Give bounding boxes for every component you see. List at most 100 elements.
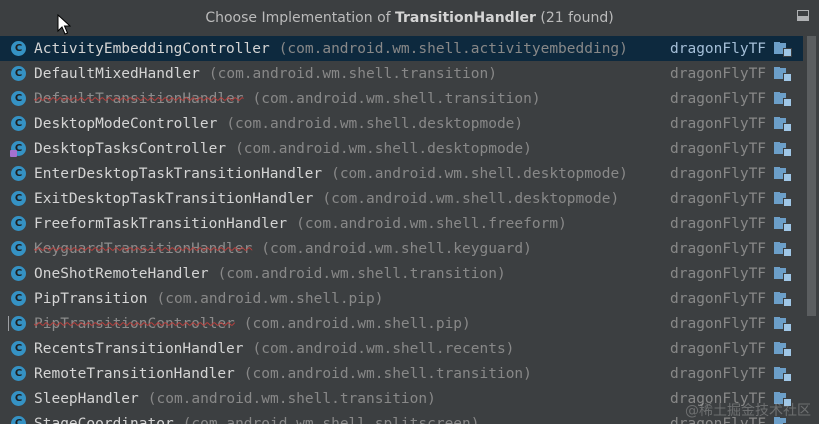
class-name: ExitDesktopTaskTransitionHandler xyxy=(34,190,314,207)
class-icon: C xyxy=(11,291,26,306)
class-name: PipTransition xyxy=(34,290,148,307)
module-folder-icon xyxy=(774,67,792,82)
module-name: dragonFlyTF xyxy=(670,215,767,232)
module-name: dragonFlyTF xyxy=(670,265,767,282)
class-name: StageCoordinator xyxy=(34,415,174,424)
class-icon: C xyxy=(11,166,26,181)
watermark-text: @稀土掘金技术社区 xyxy=(685,403,811,419)
package-name: (com.android.wm.shell.desktopmode) xyxy=(331,165,628,182)
abstract-class-icon: C xyxy=(8,316,26,331)
class-icon: C xyxy=(11,41,26,56)
kotlin-class-icon: C xyxy=(10,141,26,157)
class-icon: C xyxy=(11,66,26,81)
class-name: DefaultTransitionHandler xyxy=(34,90,244,107)
list-item[interactable]: C DesktopTasksController (com.android.wm.s… xyxy=(0,136,803,161)
module-folder-icon xyxy=(774,117,792,132)
module-name: dragonFlyTF xyxy=(670,365,767,382)
module-name: dragonFlyTF xyxy=(670,290,767,307)
class-name: SleepHandler xyxy=(34,390,139,407)
module-folder-icon xyxy=(774,42,792,57)
module-folder-icon xyxy=(774,142,792,157)
package-name: (com.android.wm.shell.transition) xyxy=(252,90,541,107)
module-name: dragonFlyTF xyxy=(670,190,767,207)
module-folder-icon xyxy=(774,217,792,232)
class-icon: C xyxy=(11,391,26,406)
package-name: (com.android.wm.shell.desktopmode) xyxy=(226,115,524,132)
class-icon: C xyxy=(11,116,26,131)
list-item[interactable]: C RemoteTransitionHandler (com.android.wm.… xyxy=(0,361,803,386)
module-folder-icon xyxy=(774,167,792,182)
class-name: RemoteTransitionHandler xyxy=(34,365,235,382)
module-name: dragonFlyTF xyxy=(670,115,767,132)
module-folder-icon xyxy=(774,367,792,382)
module-folder-icon xyxy=(774,92,792,107)
class-name: ActivityEmbeddingController xyxy=(34,40,270,57)
module-name: dragonFlyTF xyxy=(670,315,767,332)
class-name: FreeformTaskTransitionHandler xyxy=(34,215,288,232)
popup-title-bar: Choose Implementation of TransitionHandl… xyxy=(0,0,819,35)
class-name: OneShotRemoteHandler xyxy=(34,265,209,282)
module-folder-icon xyxy=(774,292,792,307)
popup-title-count: (21 found) xyxy=(535,9,614,26)
module-folder-icon xyxy=(774,192,792,207)
package-name: (com.android.wm.shell.recents) xyxy=(252,340,515,357)
module-folder-icon xyxy=(774,342,792,357)
package-name: (com.android.wm.shell.transition) xyxy=(208,65,497,82)
list-item[interactable]: C OneShotRemoteHandler (com.android.wm.she… xyxy=(0,261,803,286)
class-name: PipTransitionController xyxy=(34,315,235,332)
package-name: (com.android.wm.shell.freeform) xyxy=(296,215,567,232)
list-item[interactable]: C PipTransitionController (com.android.wm.… xyxy=(0,311,803,336)
class-name: RecentsTransitionHandler xyxy=(34,340,244,357)
list-item[interactable]: C ExitDesktopTaskTransitionHandler (com.an… xyxy=(0,186,803,211)
package-name: (com.android.wm.shell.desktopmode) xyxy=(322,190,620,207)
module-folder-icon xyxy=(774,242,792,257)
package-name: (com.android.wm.shell.pip) xyxy=(243,315,471,332)
list-item[interactable]: C StageCoordinator (com.android.wm.shell.s… xyxy=(0,411,803,424)
class-name: DefaultMixedHandler xyxy=(34,65,200,82)
module-name: dragonFlyTF xyxy=(670,340,767,357)
list-item[interactable]: C FreeformTaskTransitionHandler (com.andro… xyxy=(0,211,803,236)
module-folder-icon xyxy=(774,317,792,332)
class-name: EnterDesktopTaskTransitionHandler xyxy=(34,165,323,182)
implementation-list[interactable]: C ActivityEmbeddingController (com.android… xyxy=(0,36,803,424)
class-icon: C xyxy=(11,416,26,424)
popup-title-prefix: Choose Implementation of xyxy=(205,9,396,26)
list-item[interactable]: C KeyguardTransitionHandler (com.android.w… xyxy=(0,236,803,261)
class-icon: C xyxy=(11,216,26,231)
list-item[interactable]: C EnterDesktopTaskTransitionHandler (com.a… xyxy=(0,161,803,186)
package-name: (com.android.wm.shell.splitscreen) xyxy=(182,415,480,424)
package-name: (com.android.wm.shell.keyguard) xyxy=(261,240,532,257)
list-item[interactable]: C RecentsTransitionHandler (com.android.wm… xyxy=(0,336,803,361)
package-name: (com.android.wm.shell.pip) xyxy=(156,290,384,307)
list-item[interactable]: C SleepHandler (com.android.wm.shell.trans… xyxy=(0,386,803,411)
list-item[interactable]: C DesktopModeController (com.android.wm.sh… xyxy=(0,111,803,136)
pin-window-icon[interactable] xyxy=(797,10,809,21)
class-icon: C xyxy=(11,241,26,256)
class-name: DesktopTasksController xyxy=(34,140,227,157)
class-icon: C xyxy=(11,266,26,281)
package-name: (com.android.wm.shell.transition) xyxy=(217,265,506,282)
list-item[interactable]: C ActivityEmbeddingController (com.android… xyxy=(0,36,803,61)
scrollbar-thumb[interactable] xyxy=(807,36,816,316)
list-scrollbar[interactable] xyxy=(804,36,819,424)
module-folder-icon xyxy=(774,267,792,282)
list-item[interactable]: C PipTransition (com.android.wm.shell.pip)… xyxy=(0,286,803,311)
mouse-cursor-icon xyxy=(57,14,71,35)
class-name: DesktopModeController xyxy=(34,115,218,132)
module-name: dragonFlyTF xyxy=(670,40,767,57)
module-name: dragonFlyTF xyxy=(670,90,767,107)
module-name: dragonFlyTF xyxy=(670,140,767,157)
package-name: (com.android.wm.shell.transition) xyxy=(243,365,532,382)
list-item[interactable]: C DefaultTransitionHandler (com.android.wm… xyxy=(0,86,803,111)
class-icon: C xyxy=(11,366,26,381)
module-name: dragonFlyTF xyxy=(670,165,767,182)
module-name: dragonFlyTF xyxy=(670,65,767,82)
package-name: (com.android.wm.shell.activityembedding) xyxy=(278,40,628,57)
class-name: KeyguardTransitionHandler xyxy=(34,240,253,257)
class-icon: C xyxy=(11,91,26,106)
popup-title-class: TransitionHandler xyxy=(395,9,536,26)
package-name: (com.android.wm.shell.transition) xyxy=(147,390,436,407)
module-name: dragonFlyTF xyxy=(670,240,767,257)
package-name: (com.android.wm.shell.desktopmode) xyxy=(235,140,532,157)
list-item[interactable]: C DefaultMixedHandler (com.android.wm.shel… xyxy=(0,61,803,86)
